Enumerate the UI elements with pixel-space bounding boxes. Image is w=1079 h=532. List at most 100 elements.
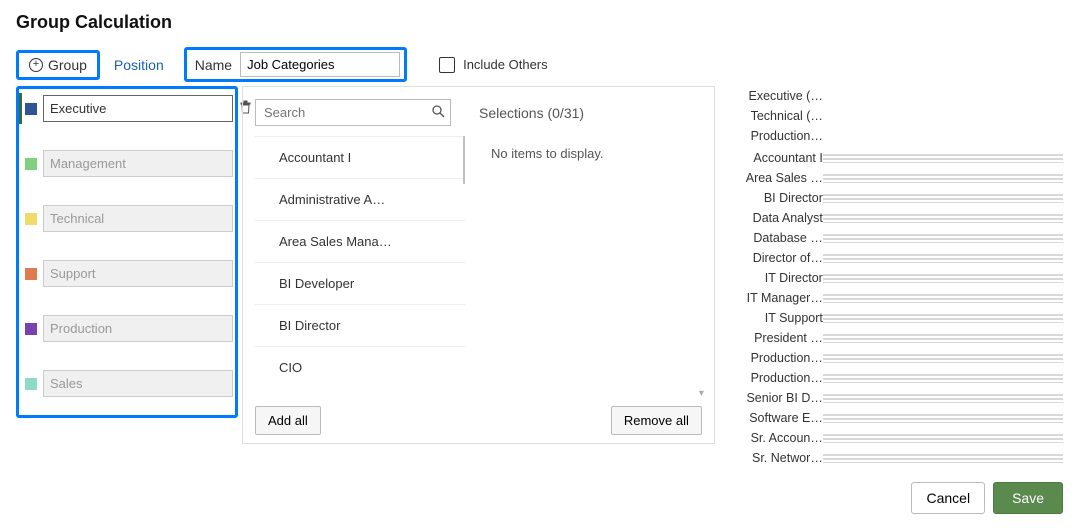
preview-row-label: Software E… [727,411,823,425]
cancel-button[interactable]: Cancel [911,482,985,514]
group-row[interactable] [25,95,227,122]
preview-row: President … [727,328,1063,348]
include-others-label: Include Others [463,57,548,72]
preview-bar [823,334,1063,343]
save-button[interactable]: Save [993,482,1063,514]
list-item[interactable]: BI Director [255,305,465,347]
preview-bar [823,354,1063,363]
color-swatch [25,158,37,170]
group-row[interactable] [25,205,227,232]
preview-bar [823,174,1063,183]
preview-bar [823,254,1063,263]
preview-row: IT Manager… [727,288,1063,308]
add-group-button[interactable]: + Group [16,50,100,80]
group-name-input[interactable] [43,150,233,177]
preview-bar [823,274,1063,283]
calculation-name-input[interactable] [240,52,400,77]
preview-bar [823,454,1063,463]
color-swatch [25,323,37,335]
selected-list: No items to display. [465,136,702,386]
group-name-input[interactable] [43,95,233,122]
list-item[interactable]: BI Developer [255,263,465,305]
color-swatch [25,378,37,390]
selection-panel: Selections (0/31) Accountant I Administr… [242,86,715,444]
selections-heading: Selections (0/31) [479,105,584,121]
search-wrap [255,99,451,126]
preview-row: Database … [727,228,1063,248]
preview-row: IT Director [727,268,1063,288]
preview-row: BI Director [727,188,1063,208]
group-name-input[interactable] [43,260,233,287]
preview-row-label: IT Director [727,271,823,285]
preview-row: Senior BI D… [727,388,1063,408]
color-swatch [25,268,37,280]
add-group-label: Group [48,57,87,73]
position-link[interactable]: Position [110,57,168,73]
list-item[interactable]: Area Sales Mana… [255,221,465,263]
group-name-input[interactable] [43,370,233,397]
plus-circle-icon: + [29,58,43,72]
preview-bar [823,394,1063,403]
preview-row: IT Support [727,308,1063,328]
color-swatch [25,103,37,115]
preview-bar [823,234,1063,243]
preview-bar [823,154,1063,163]
remove-all-button[interactable]: Remove all [611,406,702,435]
available-list: Accountant I Administrative A… Area Sale… [255,136,465,386]
preview-bar [823,214,1063,223]
preview-bar [823,194,1063,203]
active-indicator [19,93,22,124]
list-item[interactable]: Accountant I [255,136,465,179]
color-swatch [25,213,37,225]
preview-row-label: President … [727,331,823,345]
preview-row-label: Sr. Networ… [727,451,823,465]
preview-row: Director of… [727,248,1063,268]
preview-row: Software E… [727,408,1063,428]
preview-row-label: Accountant I [727,151,823,165]
include-others-checkbox[interactable] [439,57,455,73]
preview-row-label: Production… [727,371,823,385]
toolbar: + Group Position Name Include Others [16,47,1063,82]
group-name-input[interactable] [43,315,233,342]
groups-list [16,86,238,418]
preview-row-label: Area Sales … [727,171,823,185]
preview-bar [823,434,1063,443]
preview-bar [823,314,1063,323]
preview-row-label: Senior BI D… [727,391,823,405]
preview-header: Technical (… [727,109,823,123]
list-item[interactable]: Administrative A… [255,179,465,221]
preview-bar [823,414,1063,423]
preview-bar [823,294,1063,303]
add-all-button[interactable]: Add all [255,406,321,435]
preview-row-label: IT Support [727,311,823,325]
chevron-down-icon[interactable]: ▾ [699,388,704,399]
preview-row: Area Sales … [727,168,1063,188]
group-name-input[interactable] [43,205,233,232]
group-row[interactable] [25,315,227,342]
group-row[interactable] [25,370,227,397]
group-row[interactable] [25,150,227,177]
preview-row-label: Database … [727,231,823,245]
preview-row: Production… [727,368,1063,388]
empty-message: No items to display. [491,146,603,161]
name-field-block: Name [184,47,407,82]
preview-bar [823,374,1063,383]
preview-row-label: Sr. Accoun… [727,431,823,445]
preview-row: Data Analyst [727,208,1063,228]
dialog-footer: Cancel Save [16,482,1063,514]
group-row[interactable] [25,260,227,287]
preview-row: Accountant I [727,148,1063,168]
search-input[interactable] [255,99,451,126]
preview-header: Executive (… [727,89,823,103]
preview-row-label: Production… [727,351,823,365]
search-icon [432,105,445,121]
preview-row-label: BI Director [727,191,823,205]
preview-row-label: Director of… [727,251,823,265]
preview-row: Sr. Networ… [727,448,1063,468]
name-label: Name [195,57,232,73]
preview-row: Sr. Accoun… [727,428,1063,448]
scrollbar-thumb[interactable] [463,136,465,184]
preview-row-label: IT Manager… [727,291,823,305]
include-others-wrap[interactable]: Include Others [439,57,548,73]
list-item[interactable]: CIO [255,347,465,386]
